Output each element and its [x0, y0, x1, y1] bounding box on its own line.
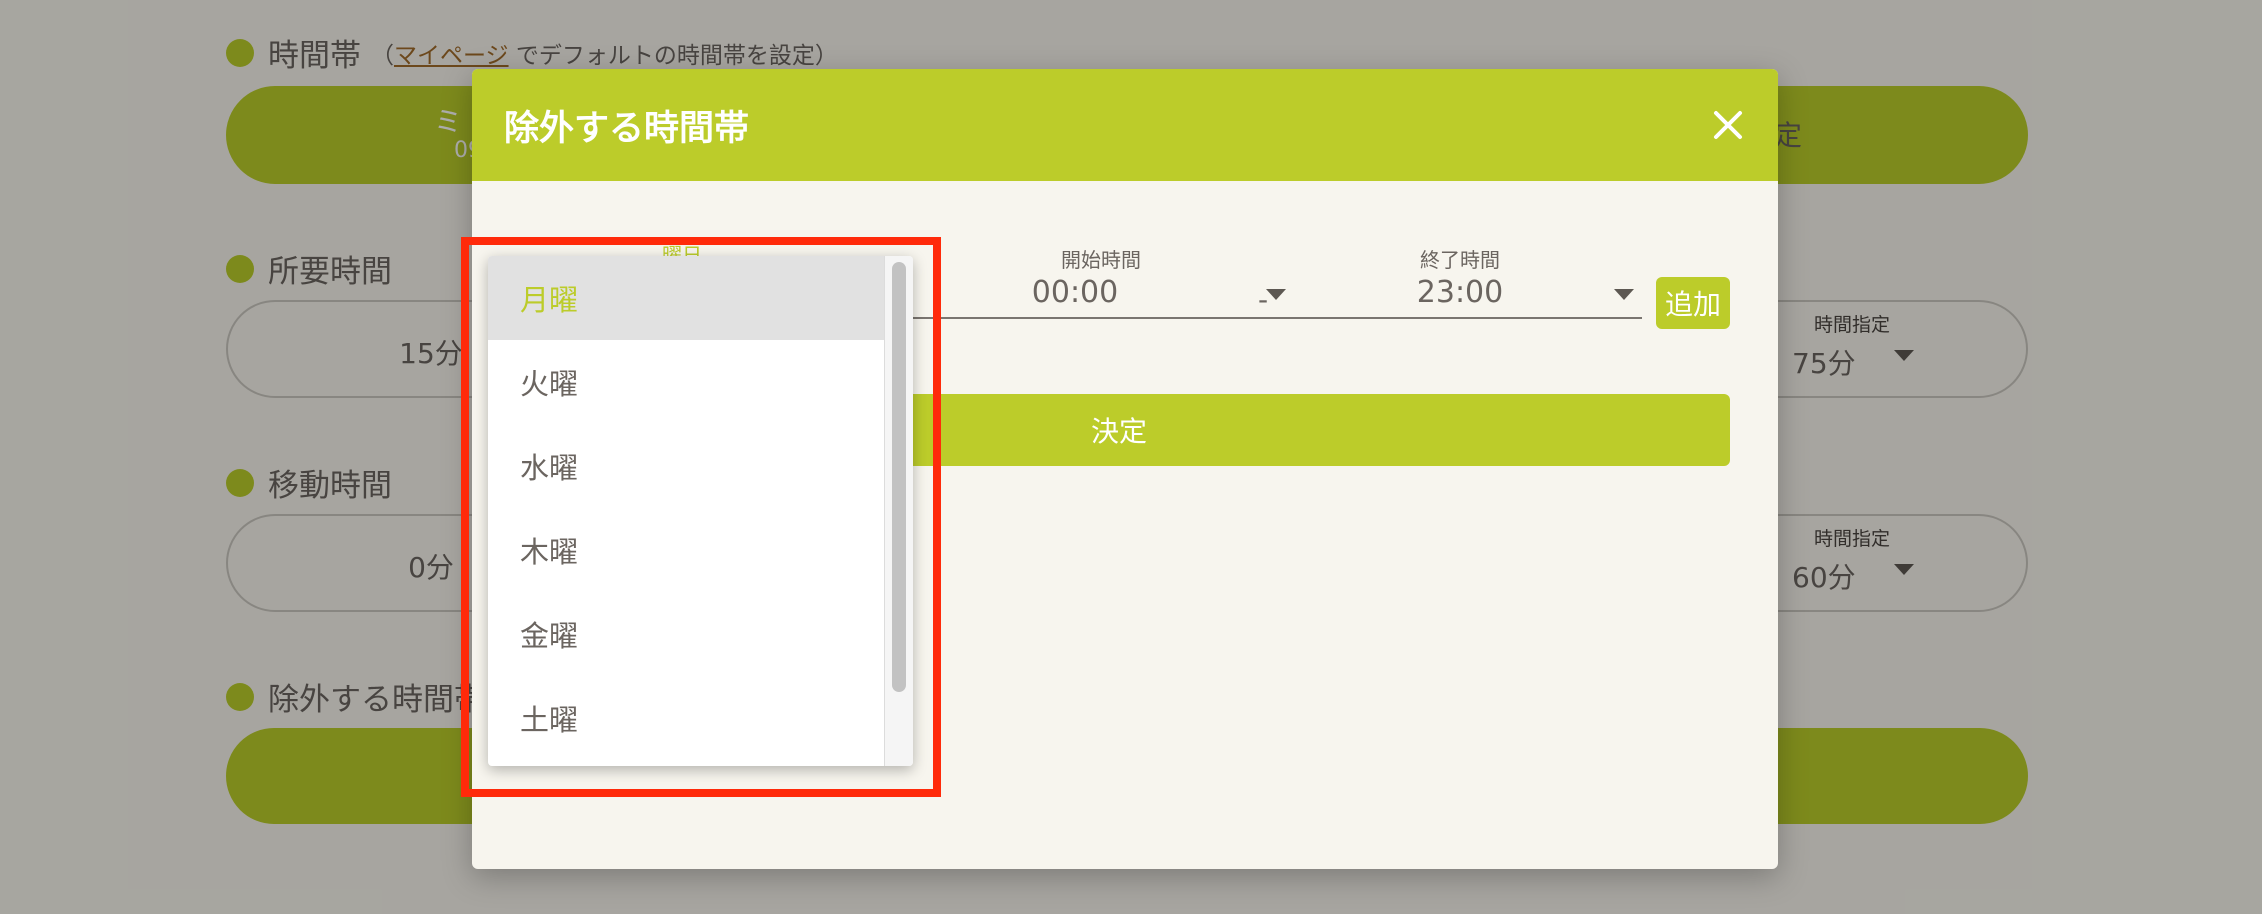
close-icon[interactable] [1708, 105, 1748, 145]
chevron-down-icon [1614, 289, 1634, 300]
start-time-field[interactable]: 開始時間 00:00 [908, 244, 1294, 324]
end-time-field[interactable]: 終了時間 23:00 [1278, 244, 1642, 324]
end-time-value: 23:00 [1416, 275, 1504, 310]
modal-header: 除外する時間帯 [472, 69, 1778, 181]
add-button[interactable]: 追加 [1656, 277, 1730, 329]
time-separator: - [1258, 283, 1269, 316]
highlight-annotation-box [461, 237, 941, 797]
start-time-select[interactable]: 00:00 [908, 269, 1294, 319]
end-time-select[interactable]: 23:00 [1278, 269, 1642, 319]
modal-title: 除外する時間帯 [504, 108, 750, 149]
